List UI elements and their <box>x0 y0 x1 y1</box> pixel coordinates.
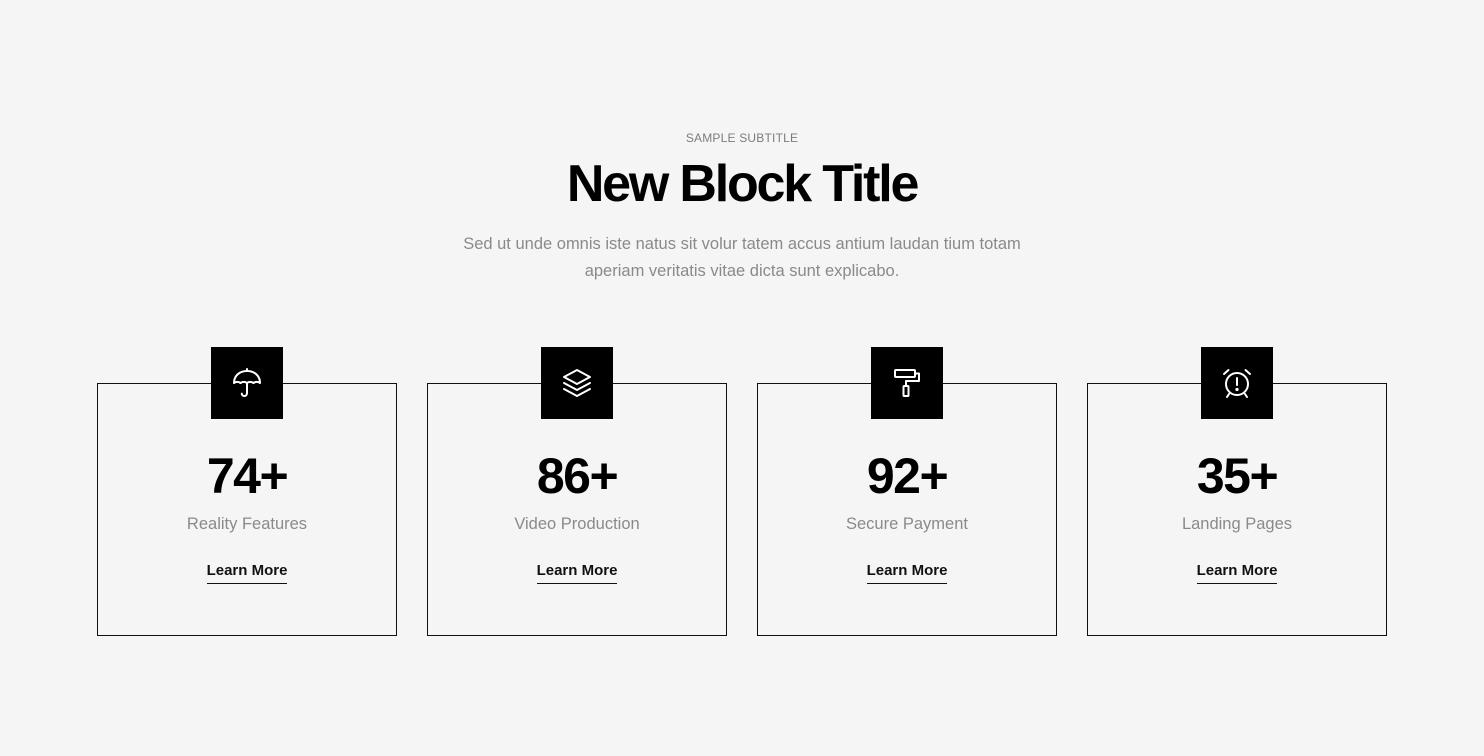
learn-more-link[interactable]: Learn More <box>1196 560 1278 584</box>
layers-icon <box>541 347 613 419</box>
feature-card-reality-features: 74+ Reality Features Learn More <box>97 347 397 636</box>
section-title: New Block Title <box>566 155 920 213</box>
paint-roller-icon <box>871 347 943 419</box>
section-subtitle: SAMPLE SUBTITLE <box>685 131 799 145</box>
stat-number: 35+ <box>1196 448 1279 504</box>
stat-label: Secure Payment <box>846 515 968 533</box>
stat-number: 92+ <box>866 448 949 504</box>
stat-label: Video Production <box>514 515 640 533</box>
feature-card-video-production: 86+ Video Production Learn More <box>427 347 727 636</box>
feature-card-landing-pages: 35+ Landing Pages Learn More <box>1087 347 1387 636</box>
umbrella-icon <box>211 347 283 419</box>
section-description: Sed ut unde omnis iste natus sit volur t… <box>463 235 1021 280</box>
stat-label: Landing Pages <box>1181 515 1293 533</box>
alarm-clock-icon <box>1201 347 1273 419</box>
feature-card-secure-payment: 92+ Secure Payment Learn More <box>757 347 1057 636</box>
stat-number: 86+ <box>536 448 619 504</box>
stat-number: 74+ <box>206 448 289 504</box>
stat-label: Reality Features <box>186 515 308 533</box>
learn-more-link[interactable]: Learn More <box>866 560 948 584</box>
learn-more-link[interactable]: Learn More <box>206 560 288 584</box>
learn-more-link[interactable]: Learn More <box>536 560 618 584</box>
